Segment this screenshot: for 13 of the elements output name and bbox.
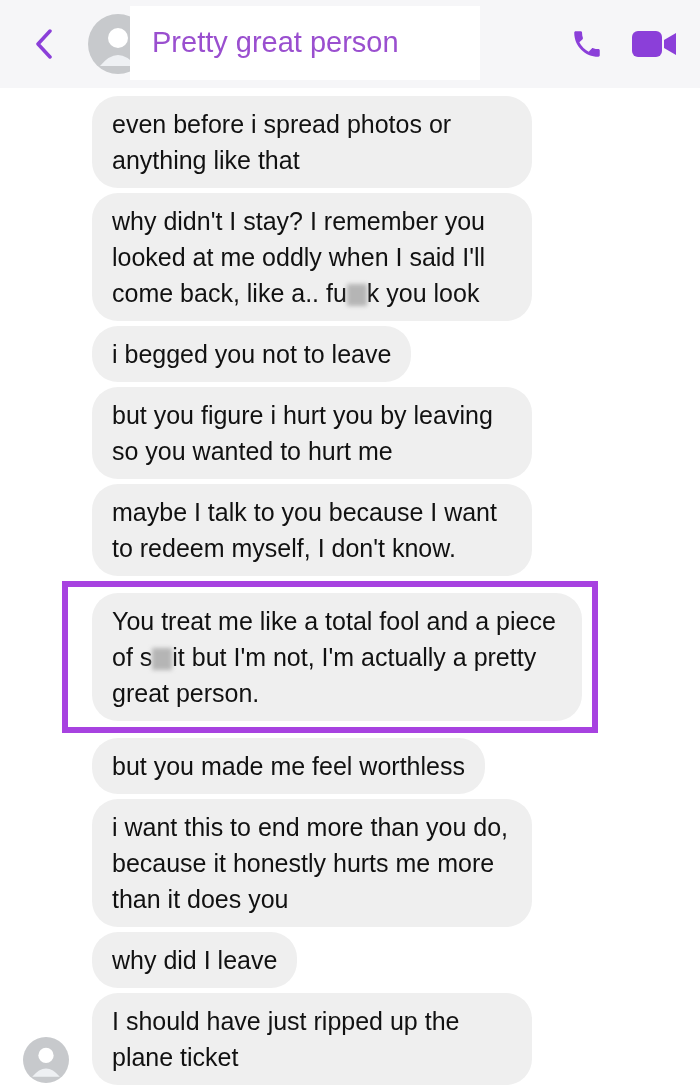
- message-text: why did I leave: [112, 945, 278, 976]
- message-text: even before i spread photos or anything like that: [112, 109, 453, 176]
- video-camera-icon[interactable]: [632, 29, 676, 59]
- back-icon[interactable]: [36, 29, 52, 59]
- message-text: i want this to end more than you do, because it honestly hurts me more than it does you: [112, 812, 510, 915]
- message-text: but you figure i hurt you by leaving so you wanted to hurt me: [112, 400, 494, 467]
- message-text: You treat me like a total fool and a piece of s it but I'm not, I'm actually a pretty great person.: [112, 606, 557, 709]
- message-text: but you made me feel worthless: [112, 751, 465, 782]
- message-text: why didn't I stay? I remember you looked at me oddly when I said I'll come back, like a.. fu k you look: [112, 206, 487, 309]
- message-text: maybe I talk to you because I want to redeem myself, I don't know.: [112, 497, 498, 564]
- contact-name: Pretty great person: [130, 6, 480, 80]
- message-text: i begged you not to leave: [112, 339, 392, 370]
- message-text: I should have just ripped up the plane ticket: [112, 1006, 461, 1073]
